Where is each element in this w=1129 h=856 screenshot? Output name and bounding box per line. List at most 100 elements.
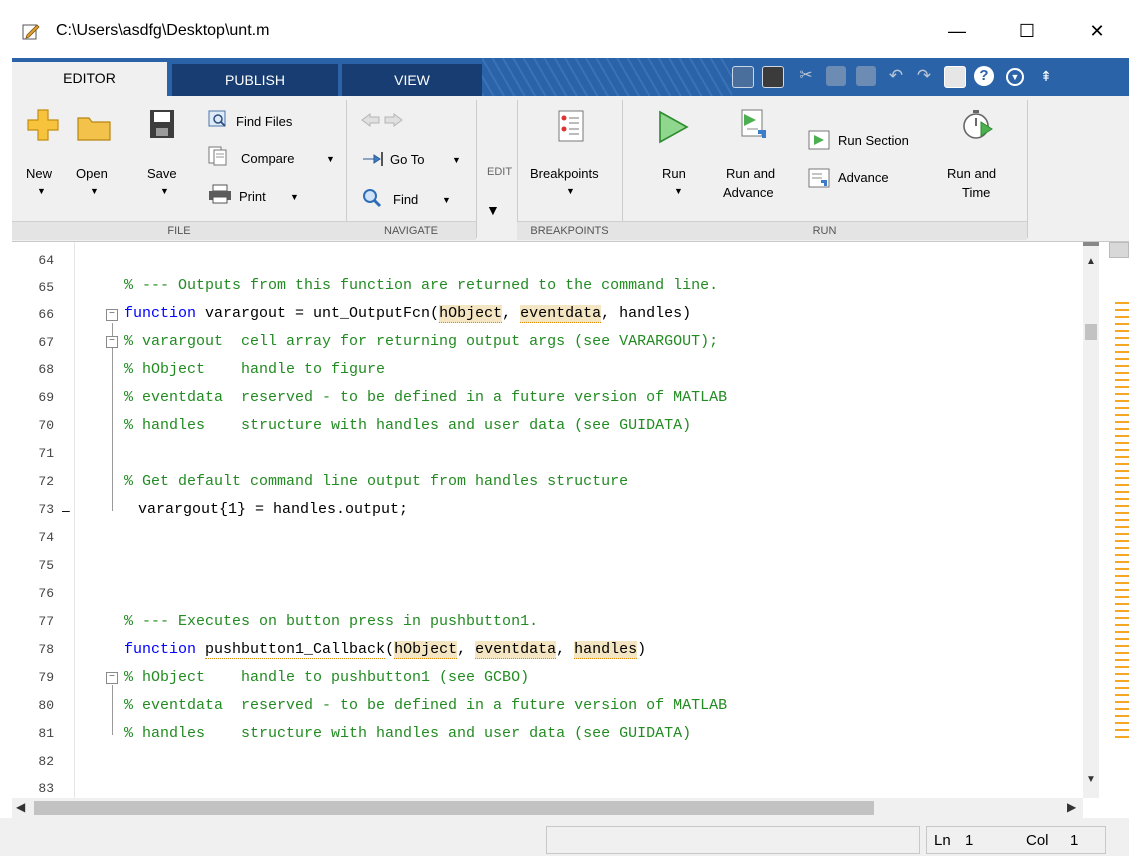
print-dropdown-arrow[interactable]: ▼ <box>290 192 299 202</box>
find-magnifier-icon <box>363 189 382 208</box>
minimize-ribbon-icon[interactable]: ⇞ <box>1036 66 1056 86</box>
new-dropdown-arrow[interactable]: ▼ <box>37 186 46 196</box>
line-number: 74 <box>38 530 54 545</box>
scroll-up-icon[interactable]: ▲ <box>1086 256 1096 267</box>
line-number: 82 <box>38 754 54 769</box>
vertical-scrollbar[interactable]: ▲ ▼ <box>1083 242 1099 798</box>
fold-toggle-icon[interactable]: − <box>106 672 118 684</box>
paste-icon[interactable] <box>856 66 876 86</box>
open-button[interactable]: Open <box>76 166 108 181</box>
minimize-button[interactable]: — <box>934 14 980 48</box>
run-button[interactable]: Run <box>662 166 686 181</box>
redo-icon[interactable]: ↷ <box>914 66 934 86</box>
line-number: 81 <box>38 726 54 741</box>
new-button[interactable]: New <box>26 166 52 181</box>
goto-dropdown-arrow[interactable]: ▼ <box>452 155 461 165</box>
cut-icon[interactable]: ✂ <box>796 66 816 86</box>
scroll-left-icon[interactable]: ◀ <box>16 800 25 814</box>
goto-button[interactable]: Go To <box>390 152 424 167</box>
separator <box>517 100 518 238</box>
line-number: 69 <box>38 390 54 405</box>
run-and-advance-label-2[interactable]: Advance <box>723 185 774 200</box>
layout-icon[interactable] <box>732 66 754 88</box>
horizontal-scroll-thumb[interactable] <box>34 801 874 815</box>
code-text: ) <box>637 641 647 658</box>
tab-view[interactable]: VIEW <box>342 64 482 96</box>
unused-arg: eventdata <box>520 305 602 323</box>
code-text: , handles) <box>601 305 692 322</box>
run-play-icon <box>659 110 689 144</box>
horizontal-scrollbar[interactable]: ◀ ▶ <box>12 798 1083 818</box>
line-number: 72 <box>38 474 54 489</box>
open-dropdown-arrow[interactable]: ▼ <box>90 186 99 196</box>
print-button[interactable]: Print <box>239 189 266 204</box>
vertical-scroll-thumb[interactable] <box>1085 324 1097 340</box>
save-dropdown-arrow[interactable]: ▼ <box>160 186 169 196</box>
keyword: function <box>124 305 197 322</box>
run-and-time-label-2[interactable]: Time <box>962 185 990 200</box>
fold-toggle-icon[interactable]: − <box>106 309 118 321</box>
compare-button[interactable]: Compare <box>241 151 294 166</box>
code-analyzer-bar[interactable] <box>1109 242 1129 798</box>
code-text: , <box>556 641 575 658</box>
tab-strip-pattern <box>482 58 732 96</box>
tab-editor[interactable]: EDITOR <box>12 62 167 96</box>
code-line: % eventdata reserved - to be defined in … <box>124 697 728 714</box>
compare-icon <box>208 146 227 166</box>
tab-publish[interactable]: PUBLISH <box>172 64 338 96</box>
code-line: % varargout cell array for returning out… <box>124 333 719 350</box>
code-line: % Get default command line output from h… <box>124 473 629 490</box>
edit-expand-arrow[interactable]: ▼ <box>486 202 500 218</box>
back-forward-icon[interactable] <box>360 112 404 128</box>
code-line: % handles structure with handles and use… <box>124 417 692 434</box>
run-section-button[interactable]: Run Section <box>838 133 909 148</box>
breakpoints-button[interactable]: Breakpoints <box>530 166 599 181</box>
options-dropdown-icon[interactable]: ▼ <box>1006 68 1024 86</box>
print-icon <box>209 184 231 204</box>
open-folder-icon <box>77 117 111 141</box>
maximize-button[interactable]: ☐ <box>1004 14 1050 48</box>
find-files-button[interactable]: Find Files <box>236 114 292 129</box>
fold-line <box>112 323 113 511</box>
advance-button[interactable]: Advance <box>838 170 889 185</box>
breakpoints-dropdown-arrow[interactable]: ▼ <box>566 186 575 196</box>
scroll-down-icon[interactable]: ▼ <box>1086 774 1096 785</box>
code-line: % eventdata reserved - to be defined in … <box>124 389 728 406</box>
line-number: 75 <box>38 558 54 573</box>
code-line: % --- Executes on button press in pushbu… <box>124 613 539 630</box>
code-editor[interactable]: 64 65 66 67 68 69 70 71 72 73 74 75 76 7… <box>12 242 1099 798</box>
separator <box>1027 100 1028 238</box>
line-number: 70 <box>38 418 54 433</box>
analyzer-status-box[interactable] <box>1109 242 1129 258</box>
breakpoints-icon <box>558 110 584 142</box>
edit-section-label[interactable]: EDIT <box>487 166 512 178</box>
switch-windows-icon[interactable] <box>944 66 966 88</box>
separator <box>622 100 623 238</box>
run-and-advance-label-1[interactable]: Run and <box>726 166 775 181</box>
undo-icon[interactable]: ↶ <box>886 66 906 86</box>
copy-icon[interactable] <box>826 66 846 86</box>
run-dropdown-arrow[interactable]: ▼ <box>674 186 683 196</box>
line-number: 66 <box>38 307 54 322</box>
fold-toggle-icon[interactable]: − <box>106 336 118 348</box>
help-icon[interactable]: ? <box>974 66 994 86</box>
find-dropdown-arrow[interactable]: ▼ <box>442 195 451 205</box>
ribbon: New ▼ Open ▼ Save ▼ Find Files Compare ▼… <box>12 96 1129 242</box>
save-icon[interactable] <box>762 66 784 88</box>
code-line: % hObject handle to pushbutton1 (see GCB… <box>124 669 530 686</box>
scroll-right-icon[interactable]: ▶ <box>1067 800 1076 814</box>
code-line: varargout{1} = handles.output; <box>138 501 409 518</box>
new-plus-icon <box>27 109 59 141</box>
close-button[interactable]: ✕ <box>1074 14 1120 48</box>
run-and-time-label-1[interactable]: Run and <box>947 166 996 181</box>
save-button[interactable]: Save <box>147 166 177 181</box>
compare-dropdown-arrow[interactable]: ▼ <box>326 154 335 164</box>
run-and-advance-icon <box>741 109 766 138</box>
ribbon-tab-strip: EDITOR PUBLISH VIEW ✂ ↶ ↷ ? ▼ ⇞ <box>12 58 1129 96</box>
line-number: 65 <box>38 280 54 295</box>
code-line: % --- Outputs from this function are ret… <box>124 277 719 294</box>
warning-markers[interactable] <box>1115 302 1129 742</box>
navigate-section-label: NAVIGATE <box>346 221 476 240</box>
find-button[interactable]: Find <box>393 192 418 207</box>
